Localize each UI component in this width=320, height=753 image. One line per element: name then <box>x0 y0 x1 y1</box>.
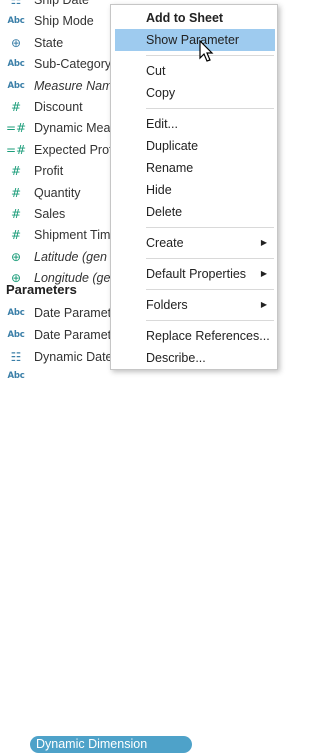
fields-label: State <box>34 35 64 50</box>
menu-item-copy[interactable]: Copy <box>111 82 277 104</box>
fields-label: Profit <box>34 164 64 179</box>
submenu-arrow-icon: ▶ <box>260 269 267 278</box>
submenu-arrow-icon: ▶ <box>260 300 267 309</box>
calc-hash-icon: =# <box>6 121 27 136</box>
menu-item-label: Edit... <box>146 117 178 131</box>
globe-icon: ⊕ <box>10 35 22 50</box>
menu-item-label: Copy <box>146 86 176 100</box>
hash-icon: # <box>10 207 22 221</box>
parameters-label: Date Paramet <box>34 328 112 342</box>
menu-item-rename[interactable]: Rename <box>111 157 277 179</box>
fields-label: Ship Mode <box>34 14 94 29</box>
menu-separator <box>146 258 274 259</box>
menu-item-label: Add to Sheet <box>146 11 224 25</box>
selected-parameter-row[interactable]: Abc Dynamic Dimension <box>0 368 200 753</box>
menu-item-default-properties[interactable]: Default Properties ▶ <box>111 263 277 285</box>
fields-label: Sub-Category <box>34 57 112 72</box>
hash-icon: # <box>10 185 22 200</box>
abc-icon: Abc <box>7 308 25 318</box>
menu-item-label: Rename <box>146 161 194 175</box>
fields-label: Discount <box>34 100 83 114</box>
hash-icon: # <box>10 228 22 243</box>
menu-item-folders[interactable]: Folders ▶ <box>111 294 277 316</box>
globe-icon: ⊕ <box>10 249 22 264</box>
calendar-icon: ☷ <box>10 350 22 364</box>
parameters-heading: Parameters <box>6 282 77 297</box>
abc-icon: Abc <box>7 371 25 381</box>
submenu-arrow-icon: ▶ <box>260 238 267 247</box>
menu-item-label: Show Parameter <box>146 33 240 47</box>
menu-item-label: Describe... <box>146 351 206 365</box>
menu-item-delete[interactable]: Delete <box>111 201 277 223</box>
menu-item-duplicate[interactable]: Duplicate <box>111 135 277 157</box>
menu-item-show-parameter[interactable]: Show Parameter <box>115 29 275 51</box>
parameters-label: Dynamic Date <box>34 350 113 364</box>
context-menu: Add to Sheet Show Parameter Cut Copy Edit...… <box>110 4 278 370</box>
menu-item-cut[interactable]: Cut <box>111 60 277 82</box>
mouse-cursor-icon <box>199 40 214 62</box>
abc-icon: Abc <box>7 16 25 27</box>
menu-item-describe[interactable]: Describe... <box>111 347 277 369</box>
calc-hash-icon: =# <box>6 142 27 157</box>
fields-label: Expected Prof <box>34 142 113 157</box>
menu-item-label: Delete <box>146 205 183 219</box>
menu-item-label: Duplicate <box>146 139 199 153</box>
menu-separator <box>146 320 274 321</box>
menu-item-edit[interactable]: Edit... <box>111 113 277 135</box>
abc-icon: Abc <box>7 80 25 91</box>
menu-item-label: Hide <box>146 183 172 197</box>
calendar-icon: ☷ <box>10 0 22 7</box>
fields-label: Measure Nam <box>34 78 113 93</box>
selected-parameter-pill[interactable]: Dynamic Dimension <box>30 736 192 753</box>
fields-label: Shipment Tim <box>34 228 111 243</box>
parameters-label: Date Paramet <box>34 306 112 320</box>
menu-item-hide[interactable]: Hide <box>111 179 277 201</box>
menu-item-create[interactable]: Create ▶ <box>111 232 277 254</box>
fields-label: Ship Date <box>34 0 89 7</box>
fields-label: Quantity <box>34 185 81 200</box>
menu-separator <box>146 108 274 109</box>
menu-item-label: Folders <box>146 298 188 312</box>
menu-item-add-to-sheet[interactable]: Add to Sheet <box>111 7 277 29</box>
menu-item-replace-references[interactable]: Replace References... <box>111 325 277 347</box>
menu-separator <box>146 289 274 290</box>
fields-label: Sales <box>34 207 66 221</box>
abc-icon: Abc <box>7 59 25 70</box>
hash-icon: # <box>10 100 22 114</box>
menu-item-label: Create <box>146 236 184 250</box>
menu-item-label: Cut <box>146 64 166 78</box>
menu-separator <box>146 227 274 228</box>
fields-label: Dynamic Mea <box>34 121 111 136</box>
menu-item-label: Replace References... <box>146 329 270 343</box>
menu-item-label: Default Properties <box>146 267 247 281</box>
abc-icon: Abc <box>7 330 25 340</box>
fields-label: Latitude (gen <box>34 249 107 264</box>
hash-icon: # <box>10 164 22 179</box>
